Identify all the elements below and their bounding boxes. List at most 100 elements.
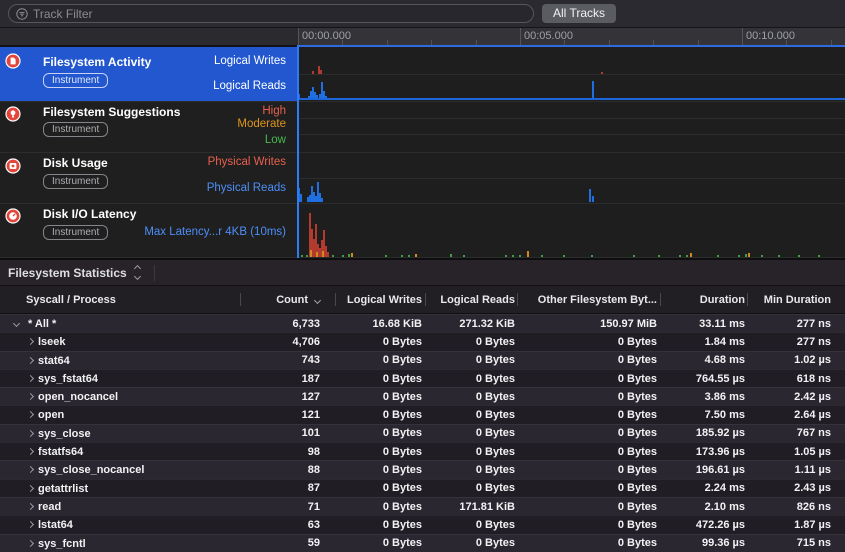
disclosure-chevron-icon[interactable] — [27, 466, 34, 473]
disclosure-chevron-icon[interactable] — [27, 430, 34, 437]
disclosure-chevron-icon[interactable] — [27, 503, 34, 510]
value-cell: 1.02 µs — [747, 354, 845, 366]
value-cell: 0 Bytes — [425, 391, 517, 403]
table-row[interactable]: open1210 Bytes0 Bytes0 Bytes7.50 ms2.64 … — [0, 405, 845, 423]
selected-track-baseline — [298, 98, 845, 100]
table-row[interactable]: * All *6,73316.68 KiB271.32 KiB150.97 Mi… — [0, 314, 845, 332]
table-row[interactable]: read710 Bytes171.81 KiB0 Bytes2.10 ms826… — [0, 497, 845, 515]
detail-view-selector[interactable]: Filesystem Statistics — [8, 266, 127, 280]
disclosure-chevron-icon[interactable] — [27, 338, 34, 345]
column-header[interactable]: Min Duration — [747, 286, 845, 313]
column-header[interactable]: Syscall / Process — [0, 286, 240, 313]
column-header[interactable]: Count — [240, 286, 335, 313]
chart-spike — [690, 253, 692, 257]
lightbulb-icon — [5, 106, 21, 122]
disclosure-chevron-icon[interactable] — [27, 393, 34, 400]
chart-spike — [717, 255, 719, 257]
track-disk-usage[interactable]: Disk Usage Instrument Physical Writes Ph… — [0, 153, 845, 204]
column-header[interactable]: Logical Writes — [335, 286, 425, 313]
track-graph[interactable] — [298, 204, 845, 257]
table-row[interactable]: lseek4,7060 Bytes0 Bytes0 Bytes1.84 ms27… — [0, 332, 845, 350]
toolbar: Track Filter All Tracks — [0, 0, 845, 28]
track-filesystem-activity[interactable]: Filesystem Activity Instrument Logical W… — [0, 47, 845, 102]
disclosure-chevron-icon[interactable] — [27, 521, 34, 528]
chart-spike — [778, 255, 780, 257]
chart-spike — [348, 254, 350, 257]
track-disk-io-latency[interactable]: Disk I/O Latency Instrument Max Latency.… — [0, 204, 845, 258]
column-header[interactable]: Logical Reads — [425, 286, 517, 313]
table-row[interactable]: getattrlist870 Bytes0 Bytes0 Bytes2.24 m… — [0, 479, 845, 497]
value-cell: 0 Bytes — [517, 354, 660, 366]
track-header[interactable]: Disk I/O Latency Instrument Max Latency.… — [0, 204, 298, 257]
syscall-cell: getattrlist — [0, 480, 240, 497]
syscall-cell: read — [0, 498, 240, 515]
chart-spike — [310, 250, 312, 257]
disclosure-chevron-icon[interactable] — [27, 448, 34, 455]
disclosure-chevron-icon[interactable] — [27, 411, 34, 418]
value-cell: 63 — [240, 519, 335, 531]
column-header[interactable]: Other Filesystem Byt... — [517, 286, 660, 313]
table-row[interactable]: fstatfs64980 Bytes0 Bytes0 Bytes173.96 µ… — [0, 442, 845, 460]
chart-spike — [316, 252, 318, 257]
track-header[interactable]: Filesystem Suggestions Instrument High M… — [0, 102, 298, 152]
value-cell: 16.68 KiB — [335, 318, 425, 330]
value-cell: 88 — [240, 464, 335, 476]
lane-label-logical-writes: Logical Writes — [214, 55, 286, 67]
disclosure-chevron-icon[interactable] — [27, 375, 34, 382]
chart-spike — [686, 255, 688, 257]
chart-spike — [385, 255, 387, 257]
disclosure-chevron-icon[interactable] — [13, 320, 20, 327]
table-row[interactable]: open_nocancel1270 Bytes0 Bytes0 Bytes3.8… — [0, 387, 845, 405]
track-header[interactable]: Disk Usage Instrument Physical Writes Ph… — [0, 153, 298, 203]
table-row[interactable]: sys_close_nocancel880 Bytes0 Bytes0 Byte… — [0, 460, 845, 478]
value-cell: 0 Bytes — [425, 446, 517, 458]
view-selector-chevrons-icon[interactable] — [135, 266, 140, 279]
value-cell: 0 Bytes — [425, 482, 517, 494]
value-cell: 7.50 ms — [660, 409, 747, 421]
table-row[interactable]: stat647430 Bytes0 Bytes0 Bytes4.68 ms1.0… — [0, 351, 845, 369]
disclosure-chevron-icon[interactable] — [27, 540, 34, 547]
table-row[interactable]: sys_fstat641870 Bytes0 Bytes0 Bytes764.5… — [0, 369, 845, 387]
track-graph[interactable] — [298, 47, 845, 101]
track-graph[interactable] — [298, 153, 845, 203]
ruler-tick — [476, 40, 477, 45]
track-graph[interactable] — [298, 102, 845, 152]
syscall-cell: open_nocancel — [0, 388, 240, 405]
ruler-tick — [831, 40, 832, 45]
ruler-tick — [698, 40, 699, 45]
value-cell: 0 Bytes — [335, 391, 425, 403]
timeline-ruler[interactable]: 00:00.00000:05.00000:10.000 — [298, 28, 845, 47]
value-cell: 0 Bytes — [517, 336, 660, 348]
chart-spike — [527, 251, 529, 257]
ruler-tick — [653, 40, 654, 45]
value-cell: 121 — [240, 409, 335, 421]
all-tracks-button[interactable]: All Tracks — [542, 4, 616, 23]
track-filesystem-suggestions[interactable]: Filesystem Suggestions Instrument High M… — [0, 102, 845, 153]
value-cell: 101 — [240, 427, 335, 439]
chart-spike — [589, 189, 591, 202]
table-row[interactable]: sys_fcntl590 Bytes0 Bytes0 Bytes99.36 µs… — [0, 534, 845, 552]
chart-spike — [679, 255, 681, 257]
lane-label-moderate: Moderate — [237, 118, 286, 130]
chart-spike — [748, 253, 750, 257]
instrument-badge: Instrument — [43, 122, 108, 137]
track-title: Filesystem Activity — [43, 55, 151, 69]
table-row[interactable]: lstat64630 Bytes0 Bytes0 Bytes472.26 µs1… — [0, 515, 845, 533]
chart-spike — [408, 255, 410, 257]
value-cell: 0 Bytes — [517, 464, 660, 476]
column-header[interactable]: Duration — [660, 286, 747, 313]
value-cell: 767 ns — [747, 427, 845, 439]
playhead[interactable] — [297, 45, 299, 258]
track-filter-input[interactable]: Track Filter — [8, 4, 534, 23]
disclosure-chevron-icon[interactable] — [27, 485, 34, 492]
chart-spike — [512, 255, 514, 257]
table-row[interactable]: sys_close1010 Bytes0 Bytes0 Bytes185.92 … — [0, 424, 845, 442]
value-cell: 87 — [240, 482, 335, 494]
disclosure-chevron-icon[interactable] — [27, 357, 34, 364]
value-cell: 173.96 µs — [660, 446, 747, 458]
sort-indicator-icon — [314, 297, 321, 304]
value-cell: 0 Bytes — [425, 519, 517, 531]
ruler-time-label: 00:10.000 — [746, 30, 795, 42]
track-header[interactable]: Filesystem Activity Instrument Logical W… — [0, 47, 298, 101]
chart-spike — [745, 254, 747, 257]
